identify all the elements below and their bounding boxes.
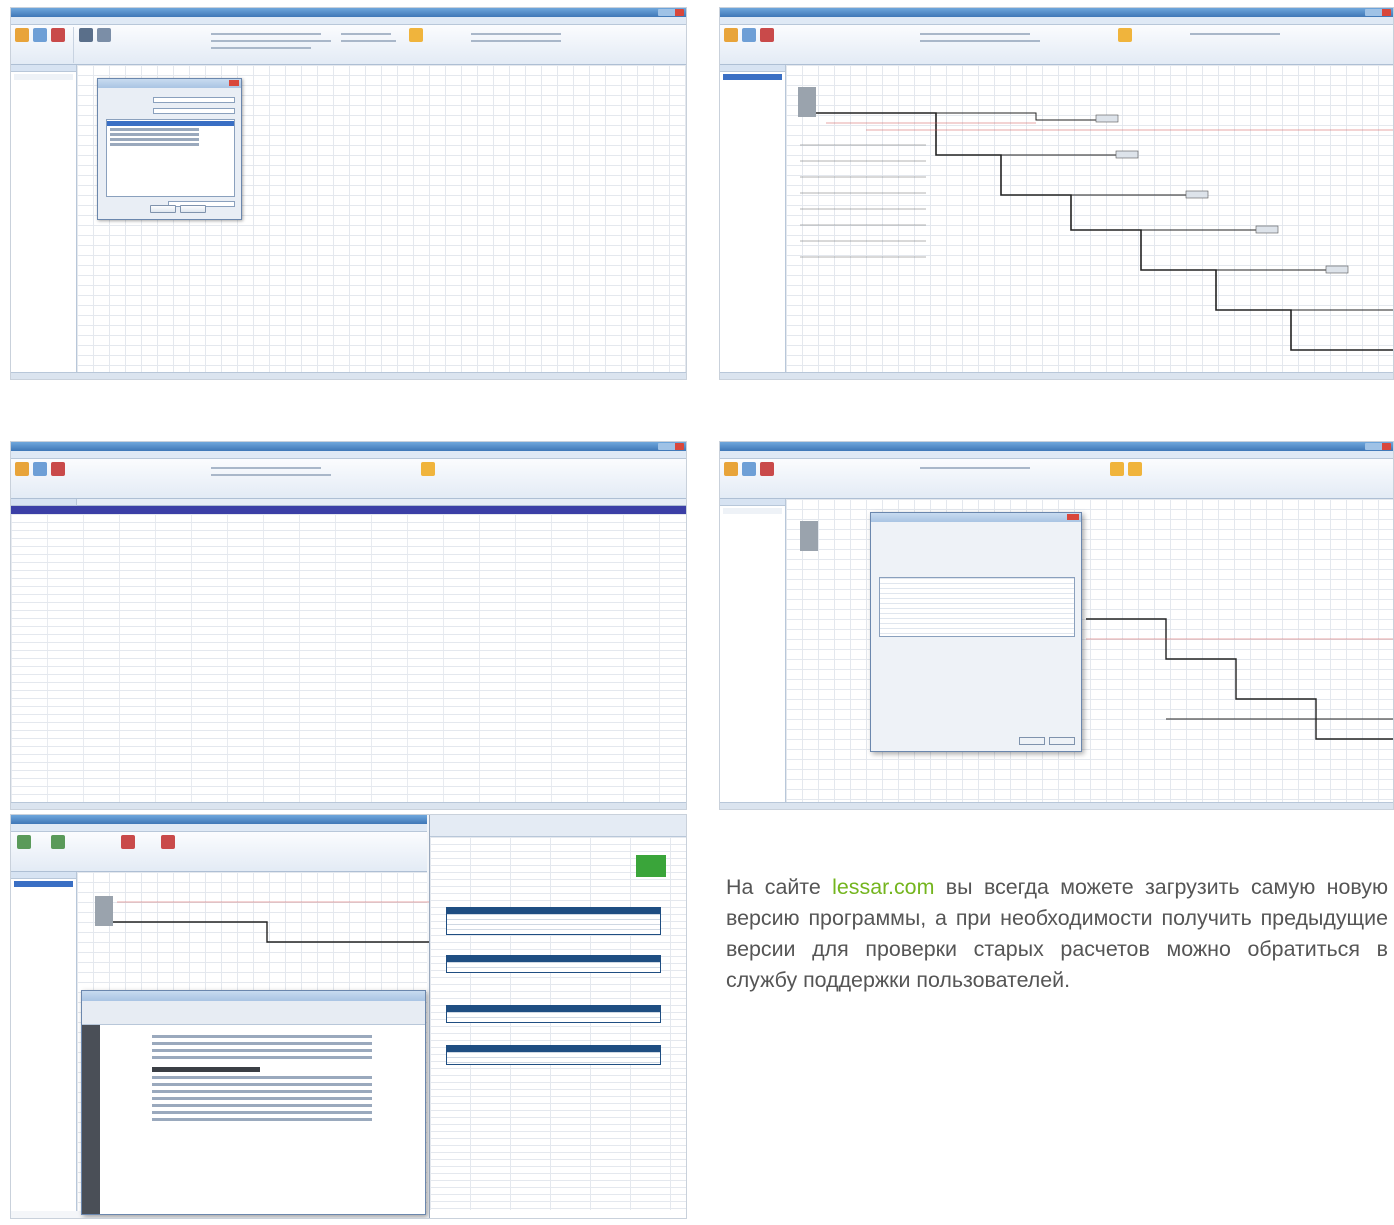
ok-button[interactable] [150,205,176,213]
window-titlebar [11,8,686,17]
view-icon[interactable] [1118,28,1132,42]
unit-model-table[interactable] [879,577,1075,637]
add-unit-icon[interactable] [742,462,756,476]
ribbon-tabs [720,17,1393,32]
view-icon[interactable] [421,462,435,476]
status-bar [720,372,1393,379]
status-bar [11,802,686,809]
outdoor-unit [798,87,816,117]
ribbon [11,25,686,65]
selected-row[interactable] [11,506,686,514]
project-tree [720,499,786,802]
ribbon-tabs [11,17,686,32]
caption-text-start: На сайте [726,875,833,899]
add-unit-icon[interactable] [33,28,47,42]
ribbon-tabs [720,451,1393,466]
add-unit-icon[interactable] [742,28,756,42]
screenshot-piping-schematic [719,7,1394,380]
window-controls[interactable] [1365,9,1391,16]
design-canvas[interactable] [786,65,1393,372]
project-tree [11,872,77,1211]
export-icon[interactable] [51,835,65,849]
spreadsheet-toolbar[interactable] [430,815,686,837]
pdf-icon[interactable] [121,835,135,849]
project-tree [11,65,77,372]
window-titlebar [11,442,686,451]
view-icon[interactable] [1128,462,1142,476]
indoor-unit [1115,150,1139,159]
add-system-icon[interactable] [15,462,29,476]
status-bar [11,372,686,379]
pdf-viewer-window [81,990,426,1215]
add-unit-icon[interactable] [33,462,47,476]
pdf-sidebar[interactable] [82,1025,100,1214]
word-icon[interactable] [161,835,175,849]
add-system-icon[interactable] [15,28,29,42]
series-select[interactable] [153,97,235,103]
done-button[interactable] [1019,737,1045,745]
type-select[interactable] [153,108,235,114]
screenshot-unit-properties [719,441,1394,810]
unit-properties-dialog [870,512,1082,752]
screenshot-equipment-table [10,441,687,810]
cancel-button[interactable] [180,205,206,213]
add-system-icon[interactable] [724,28,738,42]
branch-pipe [936,112,1096,121]
outdoor-unit [95,896,113,926]
window-titlebar [720,442,1393,451]
screenshot-system-selection [10,7,687,380]
indoor-unit [1255,225,1279,234]
indoor-unit [1325,265,1349,274]
website-link[interactable]: lessar.com [832,875,934,899]
piping-diagram [95,896,429,943]
pdf-page [142,1031,382,1214]
delete-icon[interactable] [760,28,774,42]
brand-logo [636,855,666,877]
delete-icon[interactable] [760,462,774,476]
pdf-toolbar[interactable] [82,1001,425,1025]
caption-paragraph: На сайте lessar.com вы всегда можете заг… [726,872,1388,996]
export-icon[interactable] [17,835,31,849]
window-controls[interactable] [1365,443,1391,450]
indoor-unit [1095,114,1119,123]
close-icon[interactable] [229,80,239,86]
system-selection-dialog [97,78,242,220]
equipment-table[interactable] [11,514,686,802]
delete-icon[interactable] [51,28,65,42]
table-header [77,499,686,506]
delete-icon[interactable] [51,462,65,476]
system-list[interactable] [106,119,235,197]
ribbon-tabs [11,824,427,839]
outdoor-unit [800,521,818,551]
ribbon [720,459,1393,499]
window-titlebar [720,8,1393,17]
project-tree [720,65,786,372]
refrigerant-pipe [816,112,1393,351]
spreadsheet-grid[interactable] [430,837,686,1210]
add-system-icon[interactable] [724,462,738,476]
window-controls[interactable] [658,443,684,450]
screenshot-reports [10,814,687,1219]
indoor-unit [1185,190,1209,199]
view-icon[interactable] [1110,462,1124,476]
units-icon[interactable] [97,28,111,42]
close-icon[interactable] [1067,514,1079,520]
properties-icon[interactable] [79,28,93,42]
view-icon[interactable] [409,28,423,42]
window-titlebar [11,815,427,824]
window-controls[interactable] [658,9,684,16]
ribbon [11,832,427,872]
ribbon-tabs [11,451,686,466]
ribbon [11,459,686,499]
cancel-button[interactable] [1049,737,1075,745]
spreadsheet-window [429,815,686,1218]
ribbon [720,25,1393,65]
status-bar [720,802,1393,809]
piping-diagram [798,87,1393,351]
